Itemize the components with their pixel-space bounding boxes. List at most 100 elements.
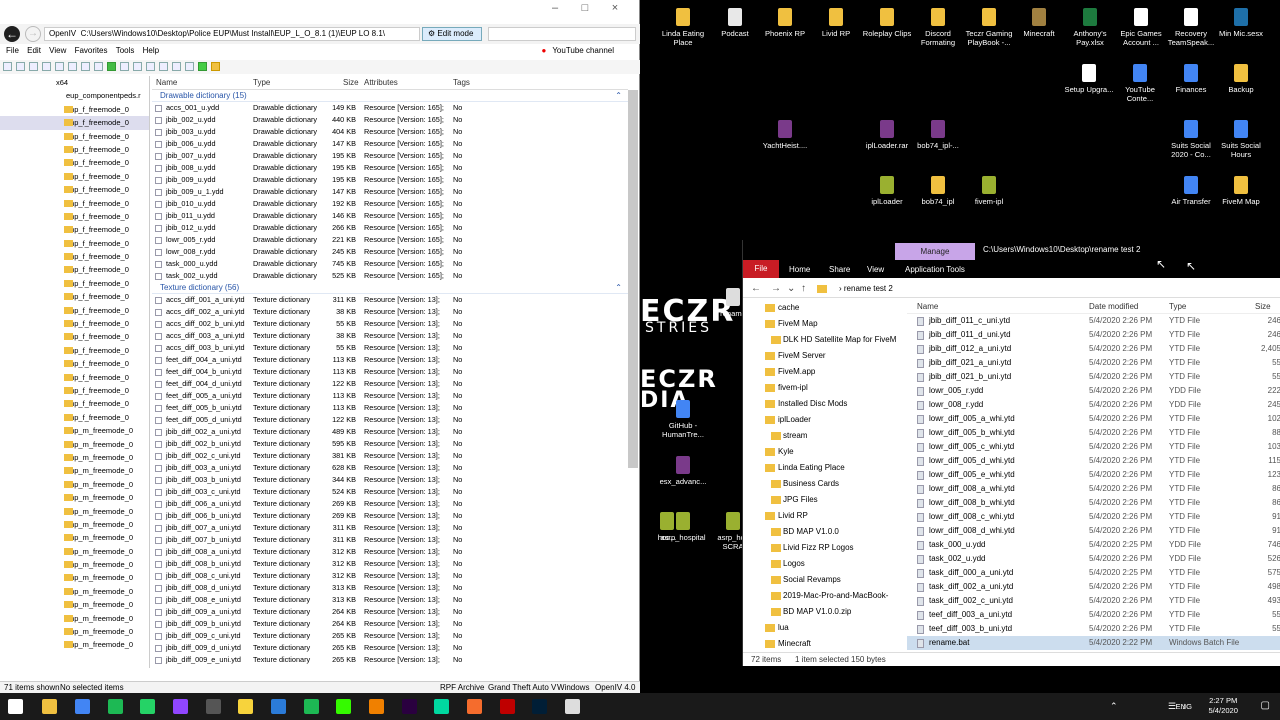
table-row[interactable]: jbib_diff_003_a_uni.ytd Texture dictionar… [152, 462, 628, 474]
breadcrumb[interactable]: › rename test 2 [839, 280, 893, 298]
properties-icon[interactable] [146, 62, 155, 71]
tree-item[interactable]: mp_f_freemode_0 [0, 277, 149, 290]
tree-item[interactable]: mp_f_freemode_0 [0, 223, 149, 236]
desktop-icon[interactable]: fivem-ipl [962, 176, 1016, 206]
file-row[interactable]: task_000_u.ydd 5/4/2020 2:25 PM YDD File 74… [907, 538, 1280, 552]
tree-item[interactable]: mp_f_freemode_0 [0, 197, 149, 210]
desktop-icon[interactable]: Epic Games Account ... [1114, 8, 1168, 47]
table-row[interactable]: feet_diff_004_d_uni.ytd Texture dictionar… [152, 378, 628, 390]
table-row[interactable]: jbib_diff_009_b_uni.ytd Texture dictionar… [152, 618, 628, 630]
forward-arrow-icon[interactable]: → [771, 280, 781, 298]
tab-share[interactable]: Share [829, 265, 850, 274]
nav-item[interactable]: lua [743, 620, 901, 636]
table-row[interactable]: jbib_diff_008_b_uni.ytd Texture dictionar… [152, 558, 628, 570]
tree-item[interactable]: mp_f_freemode_0 [0, 116, 149, 130]
maximize-button[interactable]: □ [570, 2, 600, 14]
table-row[interactable]: accs_diff_002_b_uni.ytd Texture dictionar… [152, 318, 628, 330]
table-row[interactable]: jbib_012_u.ydd Drawable dictionary 266 KB R… [152, 222, 628, 234]
back-button[interactable]: ← [4, 26, 20, 42]
file-row[interactable]: teef_diff_003_b_uni.ytd 5/4/2020 2:26 PM Y… [907, 622, 1280, 636]
search-input[interactable] [488, 27, 636, 41]
desktop-icon[interactable]: Anthony's Pay.xlsx [1063, 8, 1117, 47]
play-icon[interactable] [107, 62, 116, 71]
table-row[interactable]: jbib_006_u.ydd Drawable dictionary 147 KB R… [152, 138, 628, 150]
desktop-icon[interactable]: Discord Formating [911, 8, 965, 47]
copy-icon[interactable] [68, 62, 77, 71]
tree-item-archive[interactable]: eup_componentpeds.r [0, 89, 149, 102]
column-size[interactable]: Size [343, 76, 359, 90]
forward-button[interactable]: → [25, 26, 41, 42]
whatsapp-icon[interactable] [140, 699, 155, 714]
paint-icon[interactable] [271, 699, 286, 714]
tree-item[interactable]: mp_m_freemode_0 [0, 478, 149, 491]
vlc-icon[interactable] [369, 699, 384, 714]
file-row[interactable]: jbib_diff_012_a_uni.ytd 5/4/2020 2:26 PM Y… [907, 342, 1280, 356]
desktop-icon[interactable]: Backup [1214, 64, 1268, 94]
tab-file[interactable]: File [743, 260, 779, 278]
table-row[interactable]: jbib_003_u.ydd Drawable dictionary 404 KB R… [152, 126, 628, 138]
file-row[interactable]: lowr_005_r.ydd 5/4/2020 2:26 PM YDD File 22… [907, 384, 1280, 398]
edit-mode-button[interactable]: ⚙ Edit mode [422, 27, 482, 41]
tree-item[interactable]: mp_f_freemode_0 [0, 156, 149, 169]
table-row[interactable]: jbib_diff_003_c_uni.ytd Texture dictionar… [152, 486, 628, 498]
minimize-button[interactable]: – [540, 2, 570, 14]
save-icon[interactable] [29, 62, 38, 71]
tree-item[interactable]: mp_m_freemode_0 [0, 424, 149, 437]
close-button[interactable]: × [600, 2, 630, 14]
file-row[interactable]: lowr_diff_005_b_whi.ytd 5/4/2020 2:26 PM Y… [907, 426, 1280, 440]
table-row[interactable]: jbib_diff_007_b_uni.ytd Texture dictionar… [152, 534, 628, 546]
tree-item[interactable]: mp_f_freemode_0 [0, 290, 149, 303]
filezilla-icon[interactable] [500, 699, 515, 714]
desktop-icon[interactable]: Recovery TeamSpeak... [1164, 8, 1218, 47]
table-row[interactable]: jbib_diff_006_b_uni.ytd Texture dictionar… [152, 510, 628, 522]
desktop-icon[interactable]: Suits Social Hours [1214, 120, 1268, 159]
file-row[interactable]: jbib_diff_011_c_uni.ytd 5/4/2020 2:26 PM Y… [907, 314, 1280, 328]
table-row[interactable]: accs_diff_003_b_uni.ytd Texture dictionar… [152, 342, 628, 354]
table-row[interactable]: jbib_diff_008_c_uni.ytd Texture dictionar… [152, 570, 628, 582]
nav-item[interactable]: Logos [743, 556, 901, 572]
table-row[interactable]: task_000_u.ydd Drawable dictionary 745 KB R… [152, 258, 628, 270]
add-icon[interactable] [198, 62, 207, 71]
menu-file[interactable]: File [6, 46, 19, 55]
table-row[interactable]: jbib_010_u.ydd Drawable dictionary 192 KB R… [152, 198, 628, 210]
collapse-icon[interactable]: ⌃ [615, 282, 622, 294]
rename-icon[interactable] [172, 62, 181, 71]
nav-item[interactable]: fivem-ipl [743, 380, 901, 396]
folder-icon[interactable] [211, 62, 220, 71]
tree-item[interactable]: mp_m_freemode_0 [0, 491, 149, 504]
menu-favorites[interactable]: Favorites [75, 46, 108, 55]
tree-item[interactable]: mp_m_freemode_0 [0, 585, 149, 598]
spotify-alt-icon[interactable] [304, 699, 319, 714]
tab-view[interactable]: View [867, 265, 884, 274]
language-indicator[interactable]: ENG [1176, 702, 1192, 711]
audition-icon[interactable] [434, 699, 449, 714]
file-row[interactable]: jbib_diff_021_a_uni.ytd 5/4/2020 2:26 PM Y… [907, 356, 1280, 370]
up-arrow-icon[interactable]: ↑ [801, 280, 806, 298]
file-explorer-icon[interactable] [42, 699, 57, 714]
nav-item[interactable]: Livid RP [743, 508, 901, 524]
nav-item[interactable]: Livid Fizz RP Logos [743, 540, 901, 556]
tree-item[interactable]: mp_f_freemode_0 [0, 237, 149, 250]
table-row[interactable]: feet_diff_004_b_uni.ytd Texture dictionar… [152, 366, 628, 378]
nav-item[interactable]: iplLoader [743, 412, 901, 428]
column-name[interactable]: Name [156, 76, 177, 90]
desktop-icon[interactable]: iplLoader.rar [860, 120, 914, 150]
desktop-icon[interactable]: Setup Upgra... [1062, 64, 1116, 94]
menu-help[interactable]: Help [143, 46, 159, 55]
sticky-notes-icon[interactable] [238, 699, 253, 714]
nav-item[interactable]: 2019-Mac-Pro-and-MacBook- [743, 588, 901, 604]
file-row[interactable]: task_diff_002_a_uni.ytd 5/4/2020 2:26 PM Y… [907, 580, 1280, 594]
file-row[interactable]: lowr_diff_005_a_whi.ytd 5/4/2020 2:26 PM Y… [907, 412, 1280, 426]
group-header[interactable]: Texture dictionary (56) ⌃ [152, 282, 628, 294]
table-row[interactable]: lowr_008_r.ydd Drawable dictionary 245 KB R… [152, 246, 628, 258]
nav-item[interactable]: FiveM Map [743, 316, 901, 332]
tab-home[interactable]: Home [789, 265, 810, 274]
table-row[interactable]: jbib_diff_009_d_uni.ytd Texture dictionar… [152, 642, 628, 654]
tree-item[interactable]: mp_m_freemode_0 [0, 531, 149, 544]
tree-item[interactable]: mp_m_freemode_0 [0, 638, 149, 651]
tree-item[interactable]: mp_f_freemode_0 [0, 344, 149, 357]
desktop-icon[interactable]: Roleplay Clips [860, 8, 914, 38]
desktop-icon[interactable]: Min Mic.sesx [1214, 8, 1268, 38]
table-row[interactable]: feet_diff_004_a_uni.ytd Texture dictionar… [152, 354, 628, 366]
file-row[interactable]: lowr_diff_005_e_whi.ytd 5/4/2020 2:26 PM Y… [907, 468, 1280, 482]
